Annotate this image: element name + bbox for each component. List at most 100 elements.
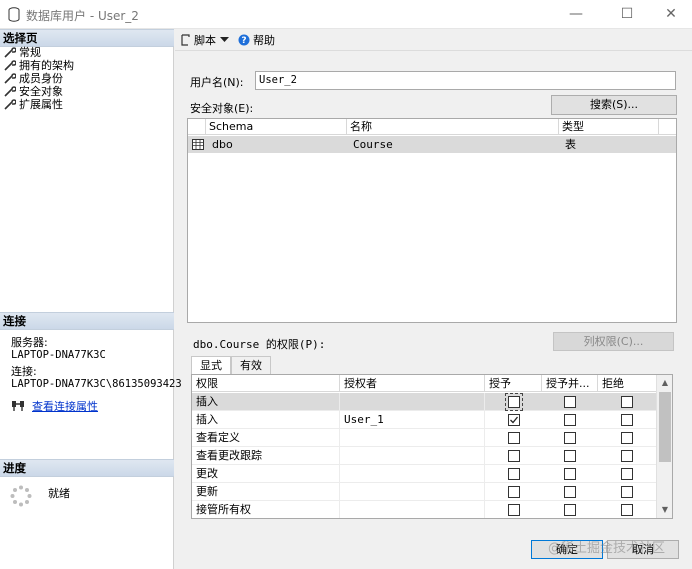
wrench-icon [4, 99, 16, 110]
grant-checkbox[interactable] [508, 504, 520, 516]
title-bar: 数据库用户 - User_2 — ☐ ✕ [0, 0, 692, 29]
cell-grantor [340, 501, 485, 518]
table-row[interactable]: dbo Course 表 [188, 136, 676, 153]
connection-label: 连接: [11, 365, 37, 378]
script-button[interactable]: 脚本 [180, 32, 232, 48]
deny-checkbox[interactable] [621, 432, 633, 444]
with-grant-checkbox[interactable] [564, 450, 576, 462]
connection-icon [12, 401, 24, 411]
page-item-membership[interactable]: 成员身份 [4, 72, 74, 85]
table-row[interactable]: 插入 User_1 [192, 411, 658, 429]
grant-checkbox[interactable] [508, 468, 520, 480]
securables-label: 安全对象(E): [190, 102, 254, 115]
grant-checkbox[interactable] [508, 414, 520, 426]
progress-status: 就绪 [48, 487, 70, 500]
cell-grantor [340, 447, 485, 465]
vertical-scrollbar[interactable]: ▲ ▼ [656, 375, 672, 518]
view-connection-link[interactable]: 查看连接属性 [32, 398, 98, 414]
help-label: 帮助 [253, 33, 275, 47]
progress-header: 进度 [0, 459, 174, 477]
column-header-type[interactable]: 类型 [559, 119, 659, 135]
svg-text:?: ? [241, 36, 246, 46]
maximize-button[interactable]: ☐ [604, 0, 650, 29]
with-grant-checkbox[interactable] [564, 396, 576, 408]
cell-permission: 更新 [192, 483, 340, 501]
cell-permission: 接管所有权 [192, 501, 340, 518]
header-spacer [188, 119, 206, 135]
page-list: 常规 拥有的架构 成员身份 安全对象 扩展属性 [4, 46, 74, 111]
table-icon [192, 139, 204, 150]
column-header-name[interactable]: 名称 [347, 119, 559, 135]
permissions-label: dbo.Course 的权限(P): [193, 338, 326, 351]
connection-header: 连接 [0, 312, 174, 330]
select-page-header: 选择页 [0, 29, 174, 47]
with-grant-checkbox[interactable] [564, 432, 576, 444]
page-item-label: 扩展属性 [19, 98, 63, 111]
cell-permission: 查看更改跟踪 [192, 447, 340, 465]
cell-permission: 插入 [192, 411, 340, 429]
permissions-header: 权限 授权者 授予 授予并... 拒绝 [192, 375, 658, 392]
column-header-grant[interactable]: 授予 [485, 375, 542, 392]
with-grant-checkbox[interactable] [564, 504, 576, 516]
table-row[interactable]: 接管所有权 [192, 501, 658, 518]
table-row[interactable]: 更新 [192, 483, 658, 501]
left-pane: 选择页 常规 拥有的架构 成员身份 安全对象 扩展属性 连接 服务器: LAPT… [0, 29, 182, 569]
deny-checkbox[interactable] [621, 396, 633, 408]
deny-checkbox[interactable] [621, 468, 633, 480]
grant-checkbox[interactable] [505, 393, 523, 411]
table-row[interactable]: 更改 [192, 465, 658, 483]
column-permissions-button[interactable]: 列权限(C)... [553, 332, 674, 351]
deny-checkbox[interactable] [621, 450, 633, 462]
with-grant-checkbox[interactable] [564, 468, 576, 480]
minimize-button[interactable]: — [553, 0, 599, 29]
username-label: 用户名(N): [190, 76, 244, 89]
column-header-schema[interactable]: Schema [206, 119, 347, 135]
table-row[interactable]: 插入 [192, 393, 658, 411]
page-item-label: 成员身份 [19, 72, 63, 85]
username-field[interactable]: User_2 [255, 71, 676, 90]
column-header-with-grant[interactable]: 授予并... [542, 375, 598, 392]
table-row[interactable]: 查看定义 [192, 429, 658, 447]
page-item-label: 拥有的架构 [19, 59, 74, 72]
page-item-securables[interactable]: 安全对象 [4, 85, 74, 98]
view-connection-properties[interactable]: 查看连接属性 [11, 398, 98, 414]
wrench-icon [4, 60, 16, 71]
deny-checkbox[interactable] [621, 504, 633, 516]
script-label: 脚本 [194, 33, 216, 47]
scroll-thumb[interactable] [659, 392, 671, 462]
scroll-down-icon[interactable]: ▼ [660, 505, 670, 515]
with-grant-checkbox[interactable] [564, 486, 576, 498]
cell-grantor [340, 393, 485, 411]
close-button[interactable]: ✕ [648, 0, 692, 29]
column-header-deny[interactable]: 拒绝 [598, 375, 658, 392]
grant-checkbox[interactable] [508, 432, 520, 444]
tab-effective[interactable]: 有效 [231, 356, 271, 374]
page-item-label: 安全对象 [19, 85, 63, 98]
scroll-up-icon[interactable]: ▲ [660, 378, 670, 388]
help-button[interactable]: ? 帮助 [238, 32, 275, 48]
securables-grid: Schema 名称 类型 dbo Course 表 [187, 118, 677, 323]
wrench-icon [4, 73, 16, 84]
connection-value: LAPTOP-DNA77K3C\86135093423 [11, 378, 182, 390]
page-item-owned-schemas[interactable]: 拥有的架构 [4, 59, 74, 72]
column-header-grantor[interactable]: 授权者 [340, 375, 485, 392]
deny-checkbox[interactable] [621, 414, 633, 426]
chevron-down-icon[interactable] [220, 36, 229, 43]
grant-checkbox[interactable] [508, 450, 520, 462]
page-item-extended-properties[interactable]: 扩展属性 [4, 98, 74, 111]
help-icon: ? [238, 34, 250, 46]
script-icon [181, 33, 190, 46]
grant-checkbox[interactable] [508, 486, 520, 498]
window-title: 数据库用户 - User_2 [26, 9, 139, 23]
with-grant-checkbox[interactable] [564, 414, 576, 426]
deny-checkbox[interactable] [621, 486, 633, 498]
table-row[interactable]: 查看更改跟踪 [192, 447, 658, 465]
search-button[interactable]: 搜索(S)... [551, 95, 677, 115]
connection-info: 服务器: LAPTOP-DNA77K3C 连接: LAPTOP-DNA77K3C… [11, 336, 182, 391]
cell-grantor [340, 429, 485, 447]
page-item-general[interactable]: 常规 [4, 46, 74, 59]
tab-explicit[interactable]: 显式 [191, 356, 231, 375]
column-header-permission[interactable]: 权限 [192, 375, 340, 392]
cell-permission: 查看定义 [192, 429, 340, 447]
permission-tabs: 显式 有效 [191, 356, 271, 375]
